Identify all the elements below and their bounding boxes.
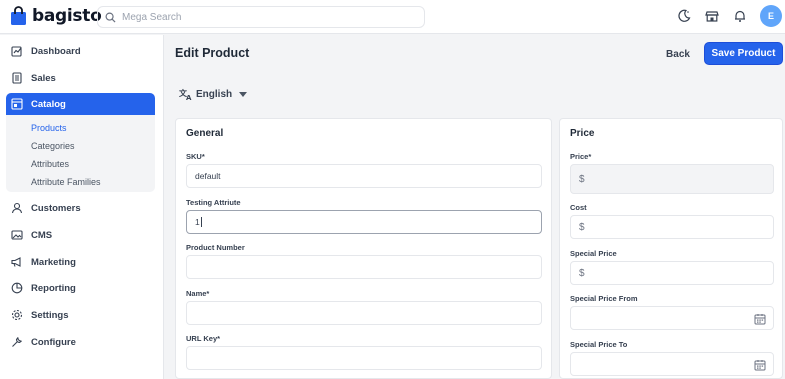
sidebar-item-label: Customers (31, 202, 81, 214)
cost-label: Cost (570, 203, 587, 212)
price-title: Price (570, 128, 595, 139)
general-card: General SKU* default Testing Attriute 1 … (175, 118, 552, 379)
sidebar-subitem-products[interactable]: Products (6, 119, 155, 137)
sidebar-item-sales[interactable]: Sales (6, 67, 155, 89)
brand-logo[interactable]: bagisto (10, 6, 102, 26)
sidebar-item-cms[interactable]: CMS (6, 224, 155, 246)
search-input[interactable]: Mega Search (97, 6, 425, 28)
sidebar-item-label: Settings (31, 309, 69, 321)
general-title: General (186, 128, 224, 139)
back-button[interactable]: Back (659, 44, 697, 64)
special-price-from-label: Special Price From (570, 294, 638, 303)
sidebar-subitem-categories[interactable]: Categories (6, 137, 155, 155)
locale-switcher[interactable]: 文 A English (179, 88, 248, 101)
search-placeholder: Mega Search (122, 11, 182, 23)
url-key-label: URL Key* (186, 334, 221, 343)
gear-icon (11, 309, 23, 321)
svg-text:A: A (186, 94, 192, 101)
avatar[interactable]: E (760, 5, 782, 27)
sku-input[interactable]: default (186, 164, 542, 188)
user-icon (11, 202, 23, 214)
sidebar-item-configure[interactable]: Configure (6, 331, 155, 353)
top-bar: bagisto Mega Search E (0, 0, 785, 34)
sidebar-item-label: Dashboard (31, 45, 81, 57)
currency-symbol: $ (579, 173, 585, 185)
name-label: Name* (186, 289, 210, 298)
special-price-input[interactable]: $ (570, 261, 774, 285)
catalog-icon (11, 98, 23, 110)
special-price-to-label: Special Price To (570, 340, 628, 349)
sidebar-item-label: Catalog (31, 98, 66, 110)
dark-mode-icon[interactable] (676, 8, 692, 24)
special-price-label: Special Price (570, 249, 617, 258)
sidebar-item-customers[interactable]: Customers (6, 197, 155, 219)
sku-label: SKU* (186, 152, 205, 161)
image-icon (11, 230, 23, 240)
special-price-to-input[interactable] (570, 352, 774, 376)
pie-chart-icon (11, 282, 23, 294)
caret-down-icon (239, 92, 248, 97)
sidebar-item-label: Reporting (31, 282, 76, 294)
product-number-label: Product Number (186, 243, 245, 252)
translate-icon: 文 A (179, 88, 192, 101)
price-input[interactable]: $ (570, 164, 774, 194)
testing-attribute-value: 1 (195, 217, 200, 227)
sidebar-item-reporting[interactable]: Reporting (6, 277, 155, 299)
product-number-input[interactable] (186, 255, 542, 279)
brand-name: bagisto (32, 6, 102, 26)
sidebar: Dashboard Sales Catalog Products Categor… (0, 35, 164, 379)
sidebar-item-settings[interactable]: Settings (6, 304, 155, 326)
page-title: Edit Product (175, 46, 250, 60)
calendar-icon[interactable] (754, 313, 766, 325)
sku-value: default (195, 171, 221, 181)
save-product-button[interactable]: Save Product (704, 42, 783, 65)
sidebar-item-dashboard[interactable]: Dashboard (6, 40, 155, 62)
megaphone-icon (11, 257, 21, 267)
name-input[interactable] (186, 301, 542, 325)
text-cursor (200, 217, 202, 227)
sidebar-item-marketing[interactable]: Marketing (6, 251, 155, 273)
special-price-from-input[interactable] (570, 306, 774, 330)
dashboard-icon (11, 46, 22, 57)
price-card: Price Price* $ Cost $ Special Price $ Sp… (559, 118, 783, 379)
currency-symbol: $ (579, 267, 585, 279)
sidebar-item-label: Configure (31, 336, 76, 348)
wrench-icon (12, 337, 22, 347)
search-icon (105, 12, 116, 23)
testing-attribute-label: Testing Attriute (186, 198, 241, 207)
url-key-input[interactable] (186, 346, 542, 370)
price-label: Price* (570, 152, 592, 161)
receipt-icon (12, 72, 22, 84)
shopping-bag-icon (11, 6, 26, 25)
sidebar-subitem-attributes[interactable]: Attributes (6, 155, 155, 173)
cost-input[interactable]: $ (570, 215, 774, 239)
calendar-icon[interactable] (754, 359, 766, 371)
sidebar-item-label: Sales (31, 72, 56, 84)
currency-symbol: $ (579, 221, 585, 233)
storefront-icon[interactable] (704, 8, 720, 24)
sidebar-item-label: Marketing (31, 256, 76, 268)
catalog-submenu: Products Categories Attributes Attribute… (6, 115, 155, 192)
sidebar-subitem-attribute-families[interactable]: Attribute Families (6, 173, 155, 191)
locale-label: English (196, 89, 233, 100)
testing-attribute-input[interactable]: 1 (186, 210, 542, 234)
bell-icon[interactable] (732, 8, 748, 24)
sidebar-item-catalog[interactable]: Catalog (6, 93, 155, 115)
sidebar-item-label: CMS (31, 229, 53, 241)
